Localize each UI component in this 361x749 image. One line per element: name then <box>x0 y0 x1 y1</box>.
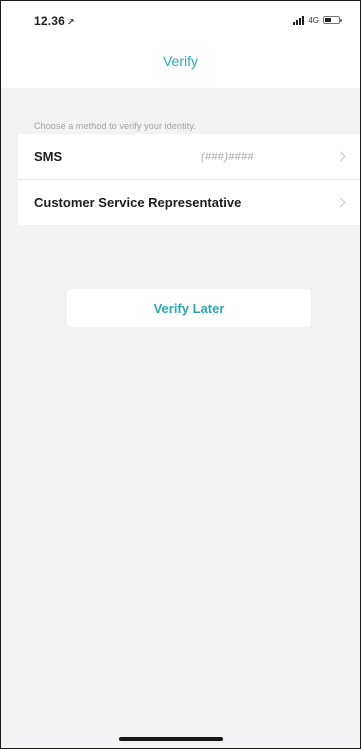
cellular-signal-icon <box>293 15 305 25</box>
option-label: SMS <box>34 149 63 164</box>
verify-later-button[interactable]: Verify Later <box>67 289 311 327</box>
phone-screen: 12.36 ↗ 4G Verify Choose a method to veri… <box>0 0 361 749</box>
status-bar: 12.36 ↗ 4G <box>1 1 360 39</box>
masked-phone-number: (###)#### <box>201 150 254 163</box>
network-type: 4G <box>308 15 319 25</box>
top-bar: 12.36 ↗ 4G Verify <box>1 1 360 88</box>
option-customer-service[interactable]: Customer Service Representative <box>18 179 360 225</box>
instruction-text: Choose a method to verify your identity. <box>34 121 196 131</box>
chevron-right-icon <box>335 151 346 161</box>
location-arrow-icon: ↗ <box>67 17 75 27</box>
option-label: Customer Service Representative <box>34 195 242 210</box>
verification-options-list: SMS (###)#### Customer Service Represent… <box>18 134 360 225</box>
home-indicator[interactable] <box>119 737 223 741</box>
battery-icon <box>323 16 342 24</box>
option-sms[interactable]: SMS (###)#### <box>18 134 360 179</box>
status-time: 12.36 ↗ <box>34 14 75 28</box>
page-title: Verify <box>162 53 198 69</box>
chevron-right-icon <box>335 197 346 207</box>
status-time-text: 12.36 <box>34 14 66 28</box>
status-indicators: 4G <box>293 14 342 26</box>
